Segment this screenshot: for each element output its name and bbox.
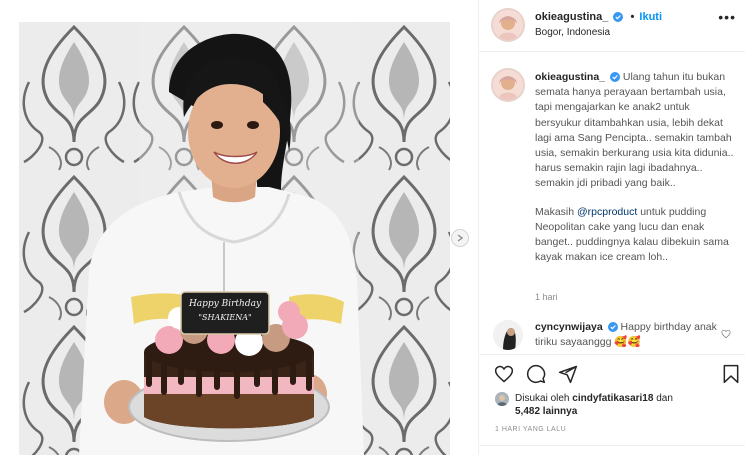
cake-topper-line-1: Happy Birthday	[188, 299, 262, 309]
author-avatar[interactable]	[491, 8, 525, 42]
chevron-right-icon	[457, 234, 464, 242]
avatar-photo	[495, 392, 509, 406]
paper-plane-icon[interactable]	[557, 364, 579, 384]
comment-icon[interactable]	[525, 364, 547, 384]
comment-item: cyncynwijaya Happy birthday anak tiriku …	[535, 320, 735, 350]
follow-button[interactable]: Ikuti	[639, 11, 662, 23]
caption-username[interactable]: okieagustina_	[535, 71, 605, 83]
avatar-photo	[493, 320, 523, 350]
post-header: okieagustina_ • Ikuti Bogor, Indonesia •…	[479, 0, 745, 52]
caption-paragraph-1: okieagustina_ Ulang tahun itu bukan sema…	[535, 70, 735, 192]
more-horizontal-icon: •••	[718, 9, 736, 25]
cake-topper-line-2: "SHAKIENA"	[198, 313, 252, 322]
avatar-photo	[493, 10, 523, 40]
post-timestamp[interactable]: 1 HARI YANG LALU	[495, 426, 566, 433]
comment-like-heart-icon[interactable]	[721, 329, 731, 339]
liked-by-line: Disukai oleh cindyfatikasari18 dan	[515, 392, 673, 406]
post-media-area: Happy Birthday "SHAKIENA"	[0, 0, 478, 455]
post-caption: okieagustina_ Ulang tahun itu bukan sema…	[535, 70, 735, 265]
separator-dot: •	[630, 11, 635, 23]
likes-count[interactable]: 5,482 lainnya	[515, 406, 577, 417]
cake-topper-text: Happy Birthday "SHAKIENA"	[181, 298, 269, 324]
more-options-button[interactable]: •••	[718, 9, 736, 25]
verified-badge-icon	[613, 12, 624, 22]
caption-author-avatar[interactable]	[491, 68, 525, 102]
bookmark-icon[interactable]	[721, 364, 741, 384]
avatar-photo	[493, 70, 523, 100]
author-line: okieagustina_ • Ikuti	[535, 11, 662, 23]
heart-icon[interactable]	[493, 364, 515, 384]
commenter-avatar[interactable]	[493, 320, 523, 350]
photo-illustration	[19, 22, 450, 455]
verified-badge-icon	[607, 322, 618, 332]
caption-text-1: Ulang tahun itu bukan semata hanya peray…	[535, 71, 734, 190]
author-username[interactable]: okieagustina_	[535, 11, 608, 23]
post-photo[interactable]: Happy Birthday "SHAKIENA"	[19, 22, 450, 455]
caption-text-2a: Makasih	[535, 205, 578, 218]
post-actions	[479, 354, 745, 394]
next-photo-button[interactable]	[451, 229, 469, 247]
post-side-panel: okieagustina_ • Ikuti Bogor, Indonesia •…	[478, 0, 745, 455]
liked-by-prefix: Disukai oleh	[515, 393, 573, 404]
caption-paragraph-2: Makasih @rpcproduct untuk pudding Neopol…	[535, 205, 735, 266]
liker-avatar[interactable]	[495, 392, 509, 406]
add-comment-bar[interactable]	[479, 445, 745, 456]
liked-by-conjunction: dan	[653, 393, 673, 404]
liked-by-user[interactable]: cindyfatikasari18	[572, 393, 653, 404]
commenter-username[interactable]: cyncynwijaya	[535, 321, 603, 333]
verified-badge-icon	[609, 72, 620, 82]
post-location[interactable]: Bogor, Indonesia	[535, 27, 610, 38]
caption-time[interactable]: 1 hari	[535, 292, 558, 302]
caption-mention-link[interactable]: @rpcproduct	[577, 206, 637, 218]
